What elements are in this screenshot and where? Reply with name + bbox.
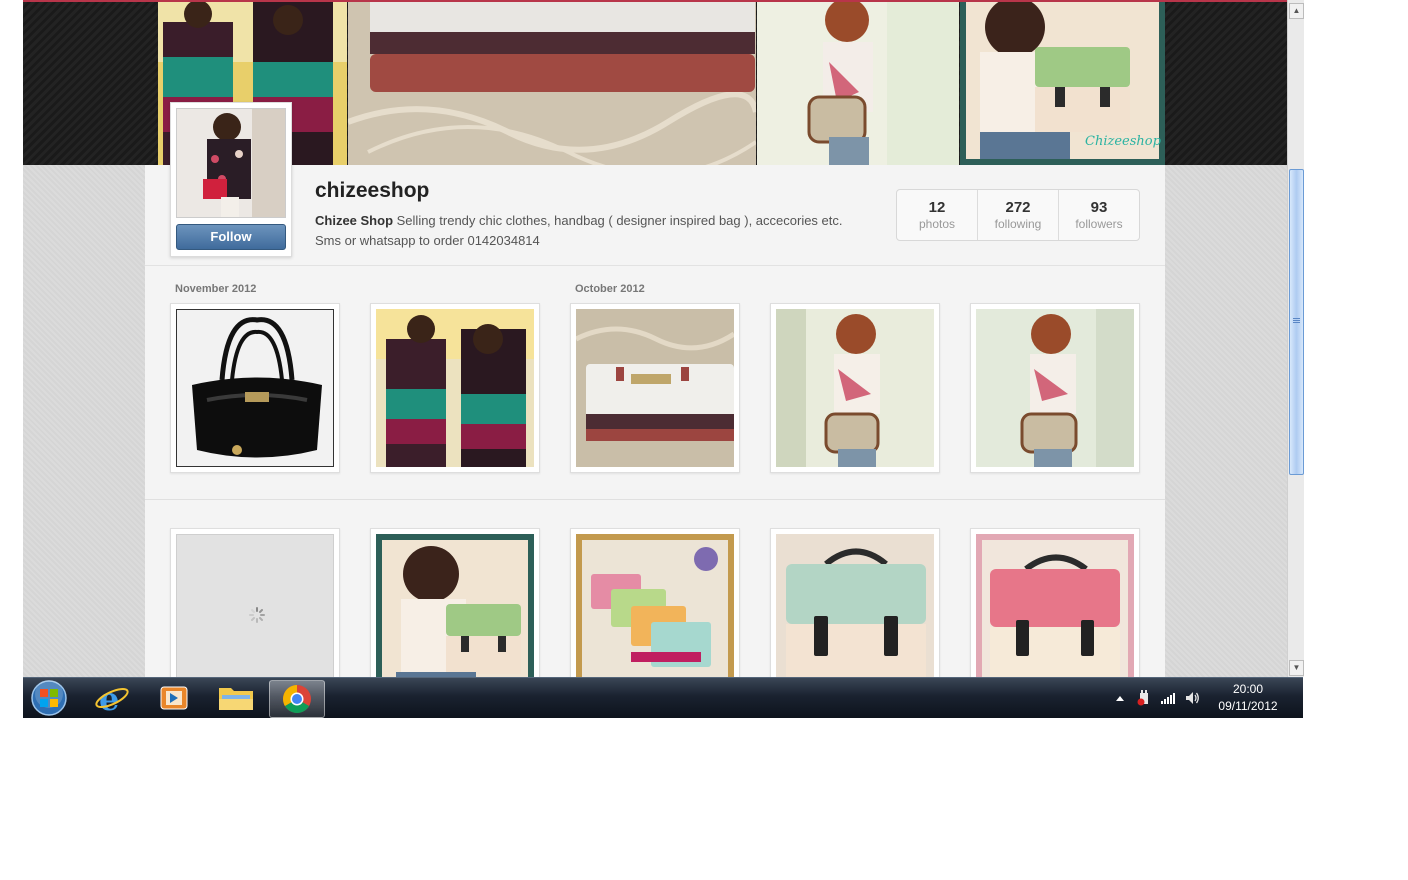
- taskbar-internet-explorer[interactable]: e: [85, 680, 139, 718]
- cover-watermark: Chizeeshop: [1085, 134, 1162, 149]
- chrome-icon: [283, 685, 311, 713]
- power-plug-icon[interactable]: [1136, 690, 1152, 706]
- stat-following[interactable]: 272 following: [978, 190, 1059, 240]
- system-clock[interactable]: 20:00 09/11/2012: [1206, 681, 1290, 715]
- windows-start-button[interactable]: [29, 679, 69, 717]
- vertical-scrollbar[interactable]: ▲ ▼: [1287, 0, 1304, 677]
- cover-photo-green-satchel: Chizeeshop: [960, 2, 1165, 165]
- photo-tile-pink-satchel[interactable]: [970, 528, 1140, 677]
- media-player-icon: [160, 686, 188, 710]
- photo-tile-mint-satchel[interactable]: [770, 528, 940, 677]
- stat-following-label: following: [994, 217, 1042, 231]
- scroll-thumb[interactable]: [1289, 169, 1304, 475]
- windows-taskbar: e 20:00 09/11/2012: [23, 677, 1303, 718]
- row-divider: [145, 499, 1165, 500]
- cover-photo-clutch: [348, 2, 756, 165]
- profile-bio-text: Selling trendy chic clothes, handbag ( d…: [315, 213, 843, 248]
- avatar-card: Follow: [170, 102, 292, 257]
- profile-display-name: Chizee Shop: [315, 213, 394, 228]
- clock-date: 09/11/2012: [1218, 699, 1278, 713]
- photo-tile-girl-satchel-2[interactable]: [970, 303, 1140, 473]
- network-signal-icon[interactable]: [1160, 690, 1176, 706]
- photo-tile-girl-green-satchel[interactable]: [370, 528, 540, 677]
- clock-time: 20:00: [1232, 682, 1264, 696]
- taskbar-media-player[interactable]: [147, 680, 201, 716]
- stat-photos-label: photos: [918, 217, 956, 231]
- stat-followers-count: 93: [1090, 199, 1108, 216]
- folder-icon: [219, 688, 253, 710]
- taskbar-chrome[interactable]: [269, 680, 325, 718]
- section-heading-october: October 2012: [575, 283, 645, 295]
- scroll-grip-icon: [1293, 318, 1300, 324]
- browser-viewport: Chizeeshop Follow chizeeshop Chizee Shop…: [23, 0, 1287, 677]
- section-heading-november: November 2012: [175, 283, 257, 295]
- stat-following-count: 272: [1005, 199, 1031, 216]
- photo-tile-striped-outfit[interactable]: [370, 303, 540, 473]
- stat-followers[interactable]: 93 followers: [1059, 190, 1139, 240]
- internet-explorer-icon: e: [95, 680, 129, 718]
- follow-button[interactable]: Follow: [176, 224, 286, 250]
- stat-photos-count: 12: [928, 199, 946, 216]
- cover-photo-girl-satchel: [757, 2, 959, 165]
- stat-photos[interactable]: 12 photos: [897, 190, 978, 240]
- windows-logo-icon: [31, 680, 67, 716]
- photo-tile-girl-satchel[interactable]: [770, 303, 940, 473]
- profile-stats: 12 photos 272 following 93 followers: [896, 189, 1140, 241]
- photo-tile-clutch[interactable]: [570, 303, 740, 473]
- profile-username: chizeeshop: [315, 179, 430, 202]
- avatar[interactable]: [176, 108, 286, 218]
- scroll-down-button[interactable]: ▼: [1289, 660, 1304, 676]
- volume-icon[interactable]: [1184, 690, 1200, 706]
- profile-bio: Chizee Shop Selling trendy chic clothes,…: [315, 211, 865, 251]
- photo-tile-loading[interactable]: [170, 528, 340, 677]
- loading-spinner-icon: [249, 607, 265, 623]
- scroll-up-button[interactable]: ▲: [1289, 3, 1304, 19]
- show-hidden-icons-icon[interactable]: [1112, 690, 1128, 706]
- stat-followers-label: followers: [1075, 217, 1123, 231]
- photo-tile-black-handbag[interactable]: [170, 303, 340, 473]
- taskbar-file-explorer[interactable]: [209, 680, 263, 716]
- photo-tile-pastel-satchels[interactable]: [570, 528, 740, 677]
